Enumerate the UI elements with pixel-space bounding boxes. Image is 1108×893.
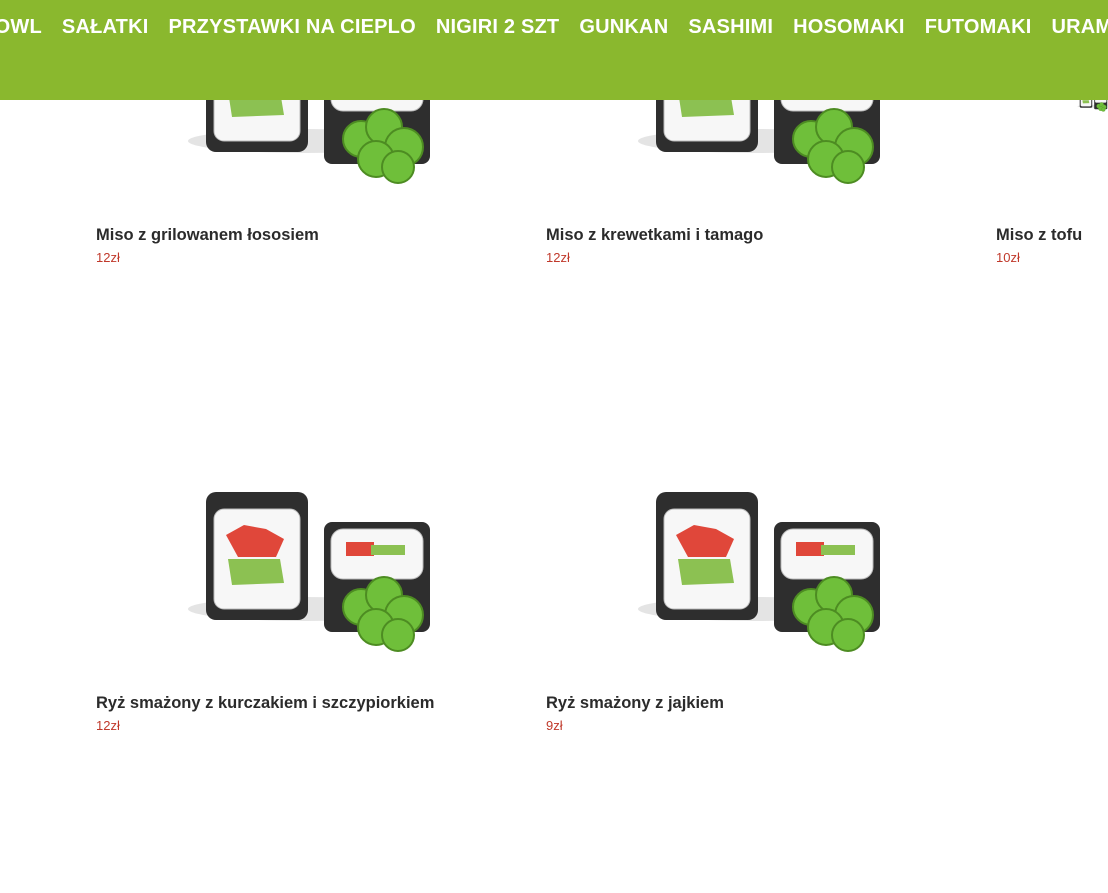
- category-nav: BOWL SAŁATKI PRZYSTAWKI NA CIEPLO NIGIRI…: [0, 0, 1108, 100]
- nav-item-przystawki[interactable]: PRZYSTAWKI NA CIEPLO: [168, 13, 415, 41]
- product-title[interactable]: Miso z krewetkami i tamago: [546, 226, 763, 245]
- product-card[interactable]: Miso z krewetkami i tamago 12zł: [516, 0, 966, 471]
- product-title[interactable]: Miso z grilowanem łososiem: [96, 226, 319, 245]
- nav-item-uramaki[interactable]: URAMAKI: [1051, 13, 1108, 41]
- nav-item-gunkan[interactable]: GUNKAN: [579, 13, 668, 41]
- product-price: 9zł: [546, 718, 563, 733]
- nav-item-futomaki[interactable]: FUTOMAKI: [925, 13, 1032, 41]
- sushi-roll-icon: [637, 491, 881, 652]
- product-title[interactable]: Miso z tofu: [996, 226, 1082, 245]
- product-price: 12zł: [96, 250, 120, 265]
- product-price: 10zł: [996, 250, 1020, 265]
- product-card[interactable]: Ryż smażony z jajkiem 9zł: [516, 439, 966, 799]
- category-nav-track: BOWL SAŁATKI PRZYSTAWKI NA CIEPLO NIGIRI…: [0, 13, 1108, 41]
- product-price: 12zł: [546, 250, 570, 265]
- nav-item-hosomaki[interactable]: HOSOMAKI: [793, 13, 905, 41]
- product-price: 12zł: [96, 718, 120, 733]
- nav-item-bowl[interactable]: BOWL: [0, 13, 42, 41]
- nav-item-salatki[interactable]: SAŁATKI: [62, 13, 149, 41]
- nav-item-sashimi[interactable]: SASHIMI: [688, 13, 773, 41]
- nav-item-nigiri[interactable]: NIGIRI 2 SZT: [436, 13, 560, 41]
- product-card[interactable]: Miso z grilowanem łososiem 12zł: [66, 0, 516, 471]
- product-card[interactable]: Ryż smażony z kurczakiem i szczypiorkiem…: [66, 439, 516, 799]
- product-title[interactable]: Ryż smażony z jajkiem: [546, 694, 724, 713]
- product-title[interactable]: Ryż smażony z kurczakiem i szczypiorkiem: [96, 694, 434, 713]
- product-card[interactable]: Miso z tofu 10zł: [966, 0, 1108, 471]
- sushi-roll-icon: [187, 491, 431, 652]
